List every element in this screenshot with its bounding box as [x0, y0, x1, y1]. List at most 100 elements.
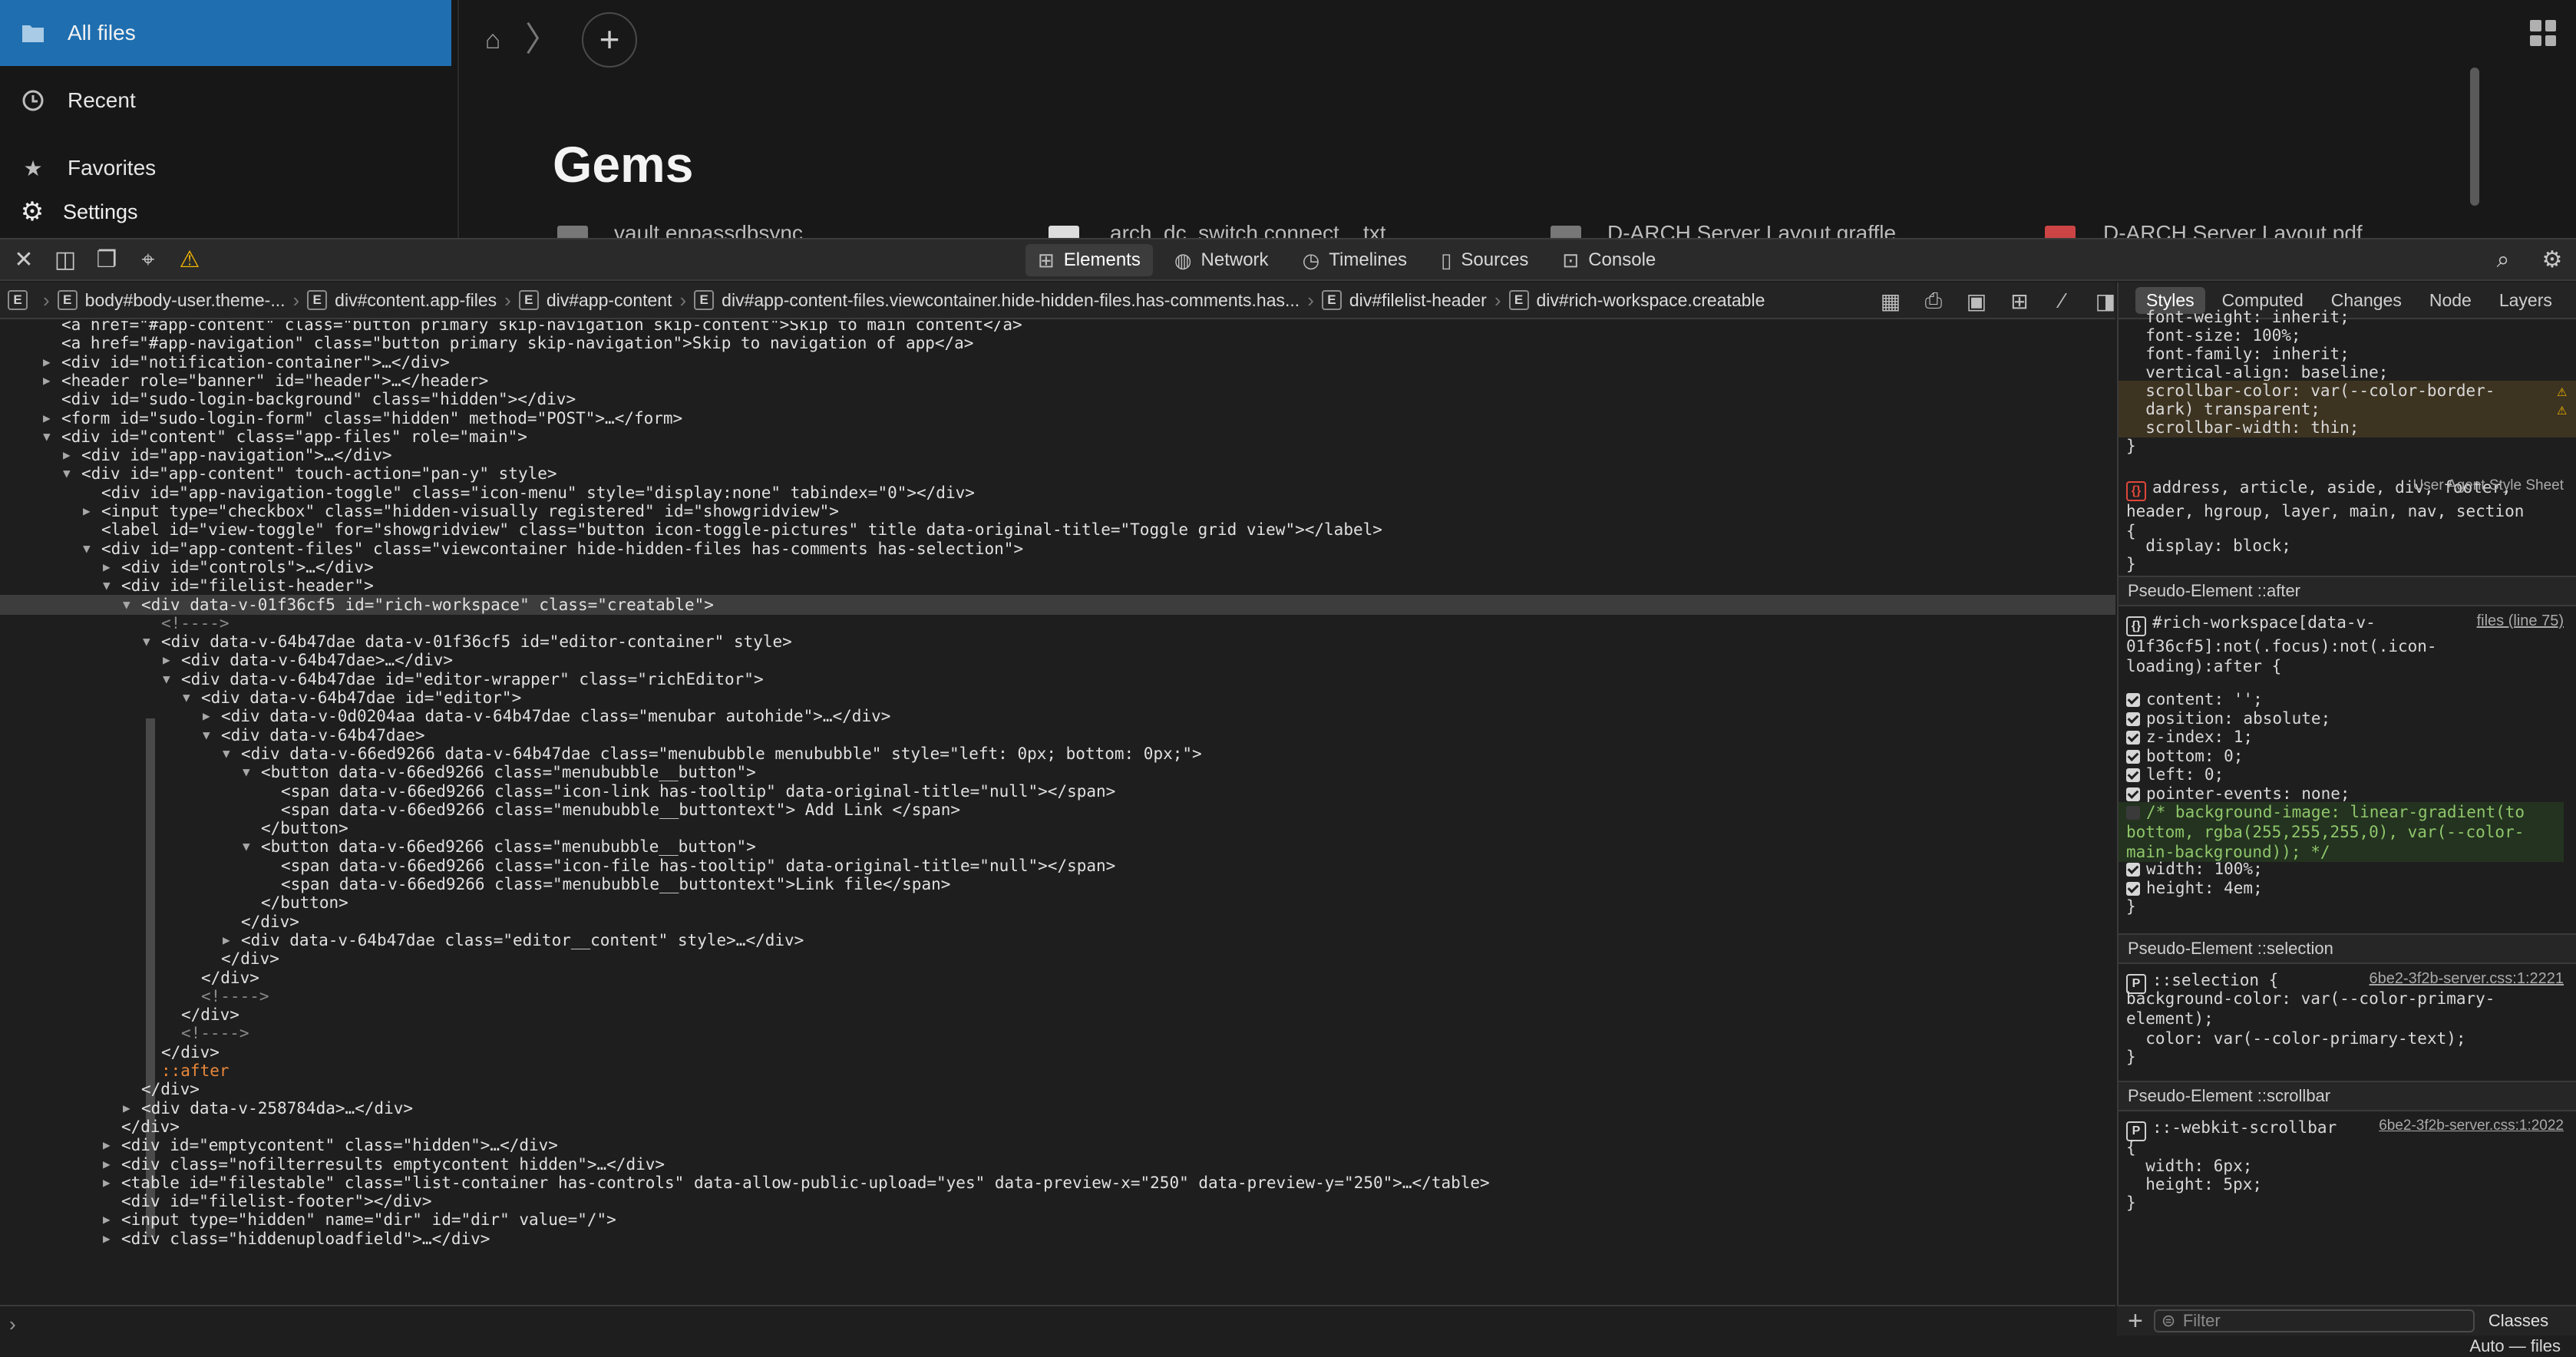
- style-declaration[interactable]: bottom: 0;: [2119, 746, 2576, 766]
- dom-node[interactable]: </div>: [0, 912, 2115, 932]
- sidebar-item-recent[interactable]: Recent: [0, 68, 451, 134]
- style-declaration[interactable]: width: 6px;: [2119, 1156, 2576, 1176]
- layout-icon[interactable]: ▦: [1878, 289, 1904, 314]
- rule-source-link[interactable]: files (line 75): [2477, 612, 2564, 630]
- dom-node[interactable]: ▼ <div id="app-content-files" class="view…: [0, 539, 2115, 559]
- declaration-checkbox[interactable]: [2126, 731, 2140, 745]
- dom-node[interactable]: <span data-v-66ed9266 class="icon-link h…: [0, 781, 2115, 801]
- device-icon[interactable]: ▣: [1963, 289, 1990, 314]
- declaration-checkbox[interactable]: [2126, 712, 2140, 726]
- declaration-checkbox[interactable]: [2126, 693, 2140, 707]
- style-declaration[interactable]: z-index: 1;: [2119, 727, 2576, 747]
- style-declaration[interactable]: }: [2119, 436, 2576, 456]
- disclosure-closed-icon[interactable]: ▶: [103, 557, 111, 577]
- disclosure-open-icon[interactable]: ▼: [203, 725, 210, 745]
- file-name[interactable]: D-ARCH Server Layout.pdf: [2103, 221, 2363, 238]
- breadcrumb-item[interactable]: Ediv#content.app-files: [307, 290, 497, 311]
- disclosure-closed-icon[interactable]: ▶: [103, 1229, 111, 1249]
- rule-source-link[interactable]: 6be2-3f2b-server.css:1:2221: [2370, 970, 2564, 988]
- dom-node[interactable]: ▼ <div data-v-64b47dae id="editor-wrapper…: [0, 669, 2115, 689]
- dom-node[interactable]: ▶ <div data-v-64b47dae class="editor__con…: [0, 930, 2115, 950]
- style-declaration[interactable]: font-weight: inherit;: [2119, 307, 2576, 327]
- dom-node[interactable]: ▶ <div id="app-navigation">…</div>: [0, 445, 2115, 465]
- dom-node[interactable]: ▼ <div id="content" class="app-files" rol…: [0, 427, 2115, 447]
- dom-node[interactable]: ▼ <button data-v-66ed9266 class="menububb…: [0, 762, 2115, 782]
- dom-node[interactable]: ▶ <div id="emptycontent" class="hidden">……: [0, 1135, 2115, 1155]
- gear-icon[interactable]: ⚙: [2539, 247, 2565, 273]
- disclosure-closed-icon[interactable]: ▶: [103, 1173, 111, 1193]
- style-declaration[interactable]: position: absolute;: [2119, 708, 2576, 728]
- dom-node[interactable]: ▼ <div data-v-64b47dae id="editor">: [0, 688, 2115, 708]
- dom-node[interactable]: <div id="app-navigation-toggle" class="i…: [0, 483, 2115, 503]
- file-name[interactable]: vault.enpassdbsync: [614, 221, 803, 238]
- execution-context[interactable]: Auto — files: [2117, 1336, 2576, 1357]
- dom-node[interactable]: <a href="#app-navigation" class="button …: [0, 333, 2115, 353]
- dom-node[interactable]: ▼ <div id="app-content" touch-action="pan…: [0, 464, 2115, 484]
- dom-node[interactable]: <!---->: [0, 986, 2115, 1006]
- tab-console[interactable]: ⊡ Console: [1550, 244, 1668, 276]
- dom-node[interactable]: ▶ <table id="filestable" class="list-cont…: [0, 1173, 2115, 1193]
- tab-network[interactable]: ◍ Network: [1162, 244, 1281, 276]
- breadcrumb-item[interactable]: E: [8, 290, 35, 310]
- style-declaration[interactable]: background-color: var(--color-primary-el…: [2119, 989, 2564, 1028]
- dom-node[interactable]: ::after: [0, 1061, 2115, 1081]
- search-icon[interactable]: ⌕: [2490, 247, 2516, 273]
- style-declaration[interactable]: vertical-align: baseline;: [2119, 362, 2576, 382]
- print-icon[interactable]: ⎙: [1920, 289, 1947, 314]
- grid-icon[interactable]: ⊞: [2006, 289, 2033, 314]
- grid-view-icon[interactable]: [2530, 20, 2556, 46]
- style-declaration[interactable]: color: var(--color-primary-text);: [2119, 1028, 2576, 1048]
- tab-sources[interactable]: ▯ Sources: [1428, 244, 1541, 276]
- dom-node[interactable]: <label id="view-toggle" for="showgridvie…: [0, 520, 2115, 540]
- disclosure-open-icon[interactable]: ▼: [143, 632, 150, 652]
- sidebar-toggle-icon[interactable]: ◨: [2092, 289, 2115, 314]
- style-declaration[interactable]: width: 100%;: [2119, 859, 2576, 879]
- disclosure-closed-icon[interactable]: ▶: [43, 408, 51, 428]
- rule-source-link[interactable]: 6be2-3f2b-server.css:1:2022: [2379, 1118, 2564, 1134]
- dom-node[interactable]: ▼ <div data-v-64b47dae data-v-01f36cf5 id…: [0, 632, 2115, 652]
- sidebar-item-all-files[interactable]: All files: [0, 0, 451, 66]
- pseudo-selection-header[interactable]: Pseudo-Element ::selection: [2119, 933, 2576, 964]
- brush-icon[interactable]: ⁄: [2049, 289, 2076, 313]
- dom-node[interactable]: ▶ <div id="controls">…</div>: [0, 557, 2115, 577]
- style-declaration[interactable]: {: [2119, 1137, 2576, 1157]
- dom-node-selected[interactable]: ▼ <div data-v-01f36cf5 id="rich-workspace…: [0, 594, 2115, 615]
- dom-node[interactable]: <span data-v-66ed9266 class="icon-file h…: [0, 856, 2115, 876]
- dom-node[interactable]: <span data-v-66ed9266 class="menububble_…: [0, 800, 2115, 820]
- add-rule-button[interactable]: +: [2128, 1306, 2143, 1336]
- style-declaration-warning[interactable]: dark) transparent; ⚠: [2119, 399, 2576, 419]
- dom-node[interactable]: <a href="#app-content" class="button pri…: [0, 321, 2115, 335]
- disclosure-closed-icon[interactable]: ▶: [163, 650, 170, 670]
- dom-node[interactable]: </div>: [0, 1117, 2115, 1137]
- tab-elements[interactable]: ⊞ Elements: [1025, 244, 1153, 276]
- close-icon[interactable]: ✕: [11, 247, 37, 273]
- pseudo-after-header[interactable]: Pseudo-Element ::after: [2119, 576, 2576, 606]
- declaration-checkbox[interactable]: [2126, 863, 2140, 877]
- declaration-checkbox[interactable]: [2126, 806, 2140, 820]
- dom-node[interactable]: ▶ <div data-v-258784da>…</div>: [0, 1098, 2115, 1118]
- declaration-checkbox[interactable]: [2126, 787, 2140, 801]
- style-declaration[interactable]: height: 5px;: [2119, 1174, 2576, 1194]
- disclosure-open-icon[interactable]: ▼: [243, 837, 250, 857]
- home-icon[interactable]: ⌂: [477, 25, 508, 55]
- disclosure-closed-icon[interactable]: ▶: [103, 1210, 111, 1230]
- add-button[interactable]: +: [582, 12, 637, 68]
- breadcrumb-item[interactable]: Ediv#rich-workspace.creatable: [1508, 290, 1765, 311]
- pseudo-scrollbar-header[interactable]: Pseudo-Element ::scrollbar: [2119, 1081, 2576, 1111]
- style-declaration[interactable]: left: 0;: [2119, 764, 2576, 784]
- disclosure-closed-icon[interactable]: ▶: [43, 352, 51, 372]
- style-declaration-warning[interactable]: scrollbar-width: thin;: [2119, 418, 2576, 437]
- style-declaration[interactable]: /* background-image: linear-gradient(to …: [2119, 802, 2564, 862]
- disclosure-closed-icon[interactable]: ▶: [123, 1098, 130, 1118]
- sidebar-settings[interactable]: ⚙ Settings: [0, 186, 451, 238]
- disclosure-closed-icon[interactable]: ▶: [203, 706, 210, 726]
- dom-node[interactable]: </div>: [0, 1042, 2115, 1062]
- breadcrumb-item[interactable]: Ebody#body-user.theme-...: [57, 290, 286, 311]
- disclosure-closed-icon[interactable]: ▶: [103, 1154, 111, 1174]
- breadcrumb-item[interactable]: Ediv#app-content: [518, 290, 672, 311]
- disclosure-open-icon[interactable]: ▼: [63, 464, 71, 484]
- style-declaration[interactable]: pointer-events: none;: [2119, 784, 2576, 804]
- disclosure-open-icon[interactable]: ▼: [103, 576, 111, 596]
- disclosure-closed-icon[interactable]: ▶: [63, 445, 71, 465]
- dom-node[interactable]: ▶ <div id="notification-container">…</div…: [0, 352, 2115, 372]
